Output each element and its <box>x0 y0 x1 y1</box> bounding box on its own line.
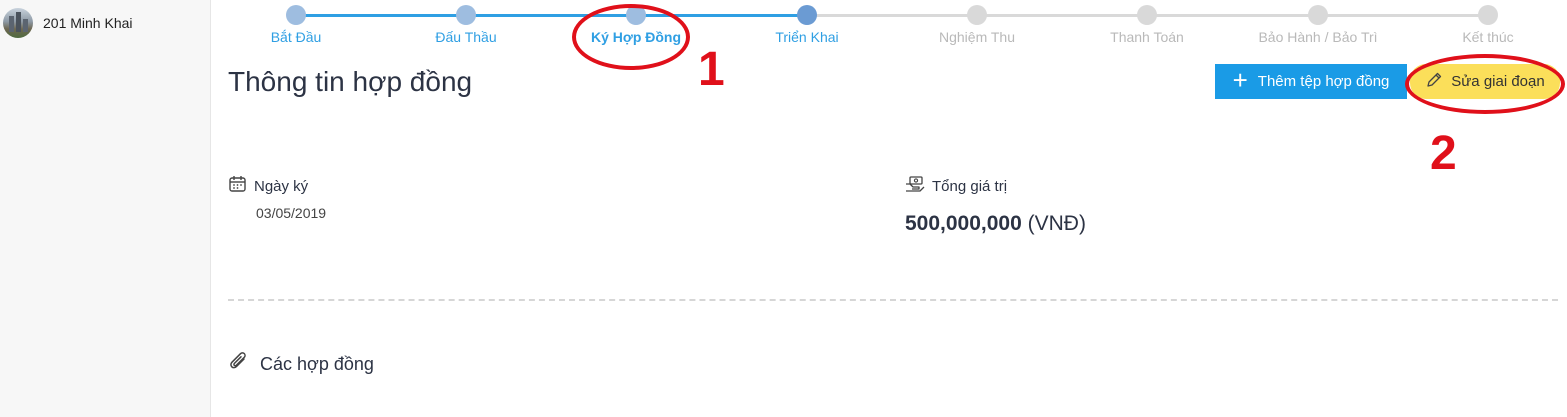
step-dot <box>1137 5 1157 25</box>
total-value: 500,000,000 (VNĐ) <box>905 212 1086 236</box>
contracts-section-header: Các hợp đồng <box>228 350 374 379</box>
add-contract-file-button[interactable]: + Thêm tệp hợp đồng <box>1215 64 1407 99</box>
total-value-label: Tổng giá trị <box>904 174 1007 198</box>
project-name: 201 Minh Khai <box>43 15 133 31</box>
calendar-icon <box>228 174 248 198</box>
contracts-label: Các hợp đồng <box>260 354 374 374</box>
step-label: Nghiệm Thu <box>938 29 1015 45</box>
annotation-number-2: 2 <box>1430 127 1457 180</box>
section-divider <box>228 299 1558 301</box>
sign-date-value: 03/05/2019 <box>256 205 327 221</box>
sign-date-label-text: Ngày ký <box>254 177 309 195</box>
step-label: Kết thúc <box>1462 29 1514 45</box>
step-dot <box>456 5 476 25</box>
total-value-amount: 500,000,000 <box>905 212 1022 235</box>
step-dot <box>286 5 306 25</box>
paperclip-icon <box>228 350 250 379</box>
step-label: Triển Khai <box>775 29 839 45</box>
project-avatar <box>3 8 33 38</box>
stepper-track-completed <box>296 14 807 17</box>
step-label: Bảo Hành / Bảo Trì <box>1258 29 1378 45</box>
sign-date-label: Ngày ký <box>228 174 308 198</box>
step-label: Đấu Thầu <box>435 29 497 45</box>
add-contract-file-label: Thêm tệp hợp đồng <box>1257 73 1390 90</box>
step-dot <box>797 5 817 25</box>
annotation-number-1: 1 <box>698 43 725 96</box>
step-label: Thanh Toán <box>1110 29 1184 45</box>
step-dot <box>967 5 987 25</box>
total-value-unit: (VNĐ) <box>1027 212 1086 235</box>
plus-icon: + <box>1232 65 1248 95</box>
sidebar-item-project[interactable]: 201 Minh Khai <box>3 8 133 38</box>
annotation-circle-2 <box>1405 54 1565 114</box>
step-dot <box>1478 5 1498 25</box>
stage-stepper: Bắt Đầu Đấu Thầu Ký Hợp Đồng Triển Khai … <box>211 0 1567 60</box>
step-label: Bắt Đầu <box>270 29 322 45</box>
annotation-circle-1 <box>572 4 690 70</box>
page-title: Thông tin hợp đồng <box>228 66 473 97</box>
step-dot <box>1308 5 1328 25</box>
sidebar: 201 Minh Khai <box>0 0 211 417</box>
total-value-label-text: Tổng giá trị <box>932 177 1008 195</box>
money-hand-icon <box>904 174 926 198</box>
